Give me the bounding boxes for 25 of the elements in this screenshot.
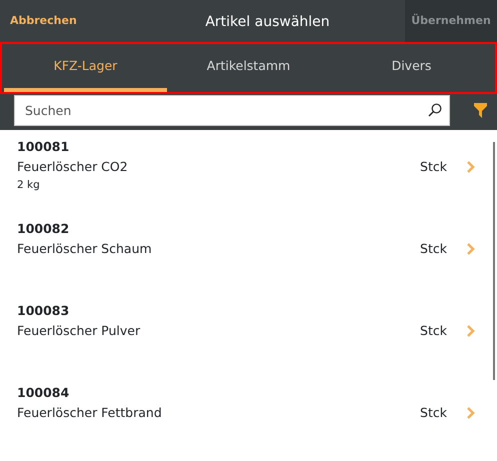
chevron-icon[interactable] [467,243,475,255]
cancel-button[interactable]: Abbrechen [0,12,130,30]
article-name: Feuerlöscher Pulver [17,322,140,340]
article-number: 100082 [17,220,70,238]
article-number: 100084 [17,384,70,402]
article-name: Feuerlöscher Schaum [17,240,152,258]
article-name: Feuerlöscher Fettbrand [17,404,162,422]
filter-icon[interactable] [474,102,487,118]
article-number: 100083 [17,302,70,320]
tab[interactable]: Artikelstamm [167,44,330,92]
unit-label: Stck [420,158,447,176]
chevron-icon[interactable] [467,325,475,337]
tab[interactable]: Divers [330,44,493,92]
chevron-icon[interactable] [467,161,475,173]
scrollbar[interactable] [493,142,495,380]
chevron-icon[interactable] [467,407,475,419]
unit-label: Stck [420,322,447,340]
article-detail: 2 kg [17,178,40,192]
article-name: Feuerlöscher CO2 [17,158,128,176]
page-title: Artikel auswählen [205,14,330,30]
search-icon [428,102,442,116]
unit-label: Stck [420,404,447,422]
unit-label: Stck [420,240,447,258]
article-number: 100081 [17,138,70,156]
search-field[interactable]: Suchen [14,94,450,126]
